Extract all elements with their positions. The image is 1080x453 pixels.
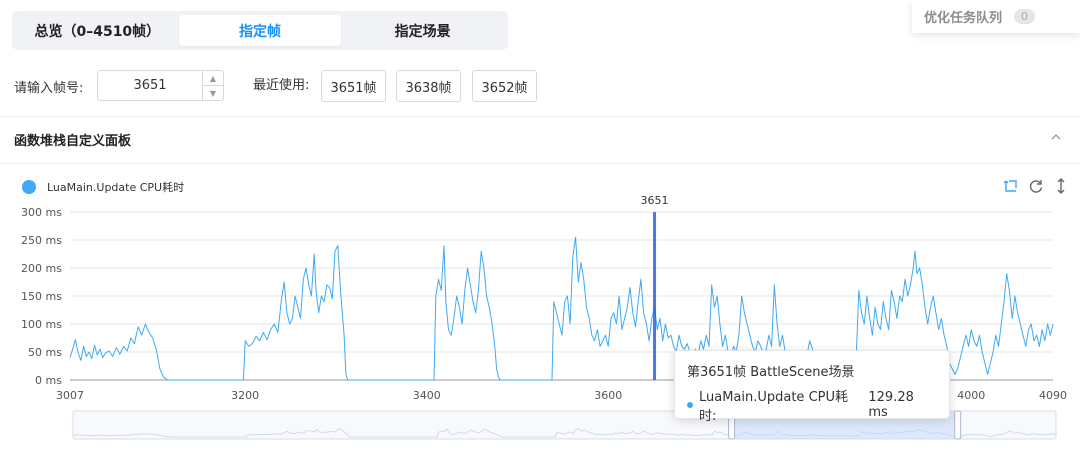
x-tick-label: 4090 (1039, 389, 1067, 402)
recent-frame-button[interactable]: 3638帧 (396, 70, 461, 102)
y-tick-label: 50 ms (28, 346, 62, 359)
recent-frame-button[interactable]: 3651帧 (321, 70, 386, 102)
tooltip-title: 第3651帧 BattleScene场景 (687, 365, 855, 380)
divider (0, 163, 1080, 164)
frame-number-stepper: ▲ ▼ (97, 70, 224, 101)
x-tick-label: 3200 (231, 389, 259, 402)
chart-tooltip: 第3651帧 BattleScene场景 LuaMain.Update CPU耗… (674, 350, 950, 424)
frame-number-input[interactable] (98, 71, 202, 100)
view-tabs: 总览（0–4510帧） 指定帧 指定场景 (12, 11, 508, 50)
recent-frame-button[interactable]: 3652帧 (472, 70, 537, 102)
chevron-up-icon[interactable] (1050, 131, 1062, 145)
frame-input-label: 请输入帧号: (14, 80, 84, 96)
zoom-slider-handle[interactable] (954, 410, 962, 440)
x-tick-label: 4000 (957, 389, 985, 402)
tab-specified-scene[interactable]: 指定场景 (341, 15, 504, 46)
y-tick-label: 250 ms (21, 234, 62, 247)
x-tick-label: 3007 (56, 389, 84, 402)
panel-title: 函数堆栈自定义面板 (14, 134, 132, 149)
frame-marker-line (653, 212, 657, 380)
y-tick-label: 300 ms (21, 206, 62, 219)
tooltip-series-label: LuaMain.Update CPU耗时: (698, 390, 848, 424)
y-tick-label: 100 ms (21, 318, 62, 331)
tab-specified-frame[interactable]: 指定帧 (178, 15, 342, 46)
queue-count-badge: 0 (1014, 9, 1036, 24)
stepper-up-icon[interactable]: ▲ (203, 71, 223, 86)
divider (0, 116, 1080, 117)
tab-overview[interactable]: 总览（0–4510帧） (16, 15, 179, 46)
tooltip-value: 129.28 ms (868, 390, 914, 420)
tooltip-series-dot (687, 402, 693, 408)
x-tick-label: 3600 (594, 389, 622, 402)
stepper-controls: ▲ ▼ (202, 71, 223, 100)
queue-label: 优化任务队列 (924, 11, 1003, 26)
y-tick-label: 150 ms (21, 290, 62, 303)
frame-marker-label: 3651 (641, 194, 669, 207)
optimization-queue-button[interactable]: 优化任务队列 0 (912, 0, 1080, 33)
y-tick-label: 200 ms (21, 262, 62, 275)
y-tick-label: 0 ms (35, 374, 62, 387)
x-tick-label: 3400 (413, 389, 441, 402)
recent-used-label: 最近使用: (253, 78, 310, 93)
tooltip-row: LuaMain.Update CPU耗时: 129.28 ms (687, 386, 937, 424)
stepper-down-icon[interactable]: ▼ (203, 86, 223, 100)
